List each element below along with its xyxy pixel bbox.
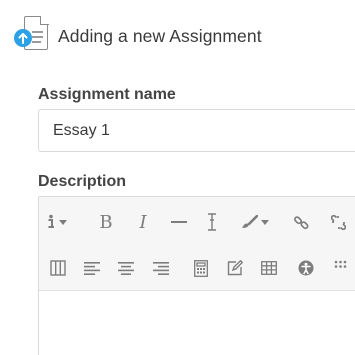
page-title: Adding a new Assignment (58, 25, 262, 46)
align-center-icon (118, 261, 134, 275)
horizontal-rule-button[interactable] (164, 204, 194, 240)
dropdown-caret-icon (58, 219, 67, 225)
bold-icon: B (99, 211, 113, 233)
page-header: Adding a new Assignment (14, 15, 262, 56)
editor-content-area[interactable] (39, 291, 355, 355)
assignment-name-label: Assignment name (38, 86, 176, 103)
table-icon (261, 261, 277, 275)
link-button[interactable] (286, 204, 316, 240)
edit-button[interactable] (220, 250, 250, 286)
unlink-button[interactable] (323, 204, 353, 240)
accessibility-button[interactable] (291, 250, 321, 286)
align-center-button[interactable] (111, 250, 141, 286)
align-left-button[interactable] (77, 250, 107, 286)
edit-icon (227, 260, 243, 276)
cursor-icon (208, 213, 216, 231)
dropdown-caret-icon (261, 219, 269, 225)
horizontal-rule-icon (171, 220, 187, 224)
paint-brush-dropdown-button[interactable] (235, 204, 275, 240)
paint-brush-icon (241, 215, 258, 229)
description-editor: B I (38, 196, 355, 355)
align-left-icon (84, 261, 100, 275)
info-dropdown-button[interactable] (41, 204, 71, 240)
calculator-button[interactable] (186, 250, 216, 286)
upload-badge-icon (14, 29, 32, 47)
link-icon (293, 215, 309, 230)
calculator-icon (194, 259, 208, 277)
editor-toolbar: B I (39, 197, 355, 291)
align-right-button[interactable] (146, 250, 176, 286)
description-label: Description (38, 173, 127, 190)
align-right-icon (153, 261, 169, 275)
bold-button[interactable]: B (91, 204, 121, 240)
assignment-icon (14, 15, 52, 56)
columns-button[interactable] (43, 250, 73, 286)
unlink-icon (330, 214, 346, 230)
table-button[interactable] (254, 250, 284, 286)
assignment-name-input[interactable] (38, 109, 355, 152)
grid-button[interactable] (327, 250, 355, 286)
columns-icon (50, 260, 66, 276)
toolbar-row-1: B I (39, 204, 355, 240)
italic-button[interactable]: I (128, 204, 158, 240)
info-icon (46, 214, 56, 230)
toolbar-row-2 (39, 250, 355, 286)
grid-icon (334, 260, 350, 276)
cursor-button[interactable] (197, 204, 227, 240)
accessibility-icon (298, 260, 314, 276)
italic-icon: I (139, 211, 147, 233)
